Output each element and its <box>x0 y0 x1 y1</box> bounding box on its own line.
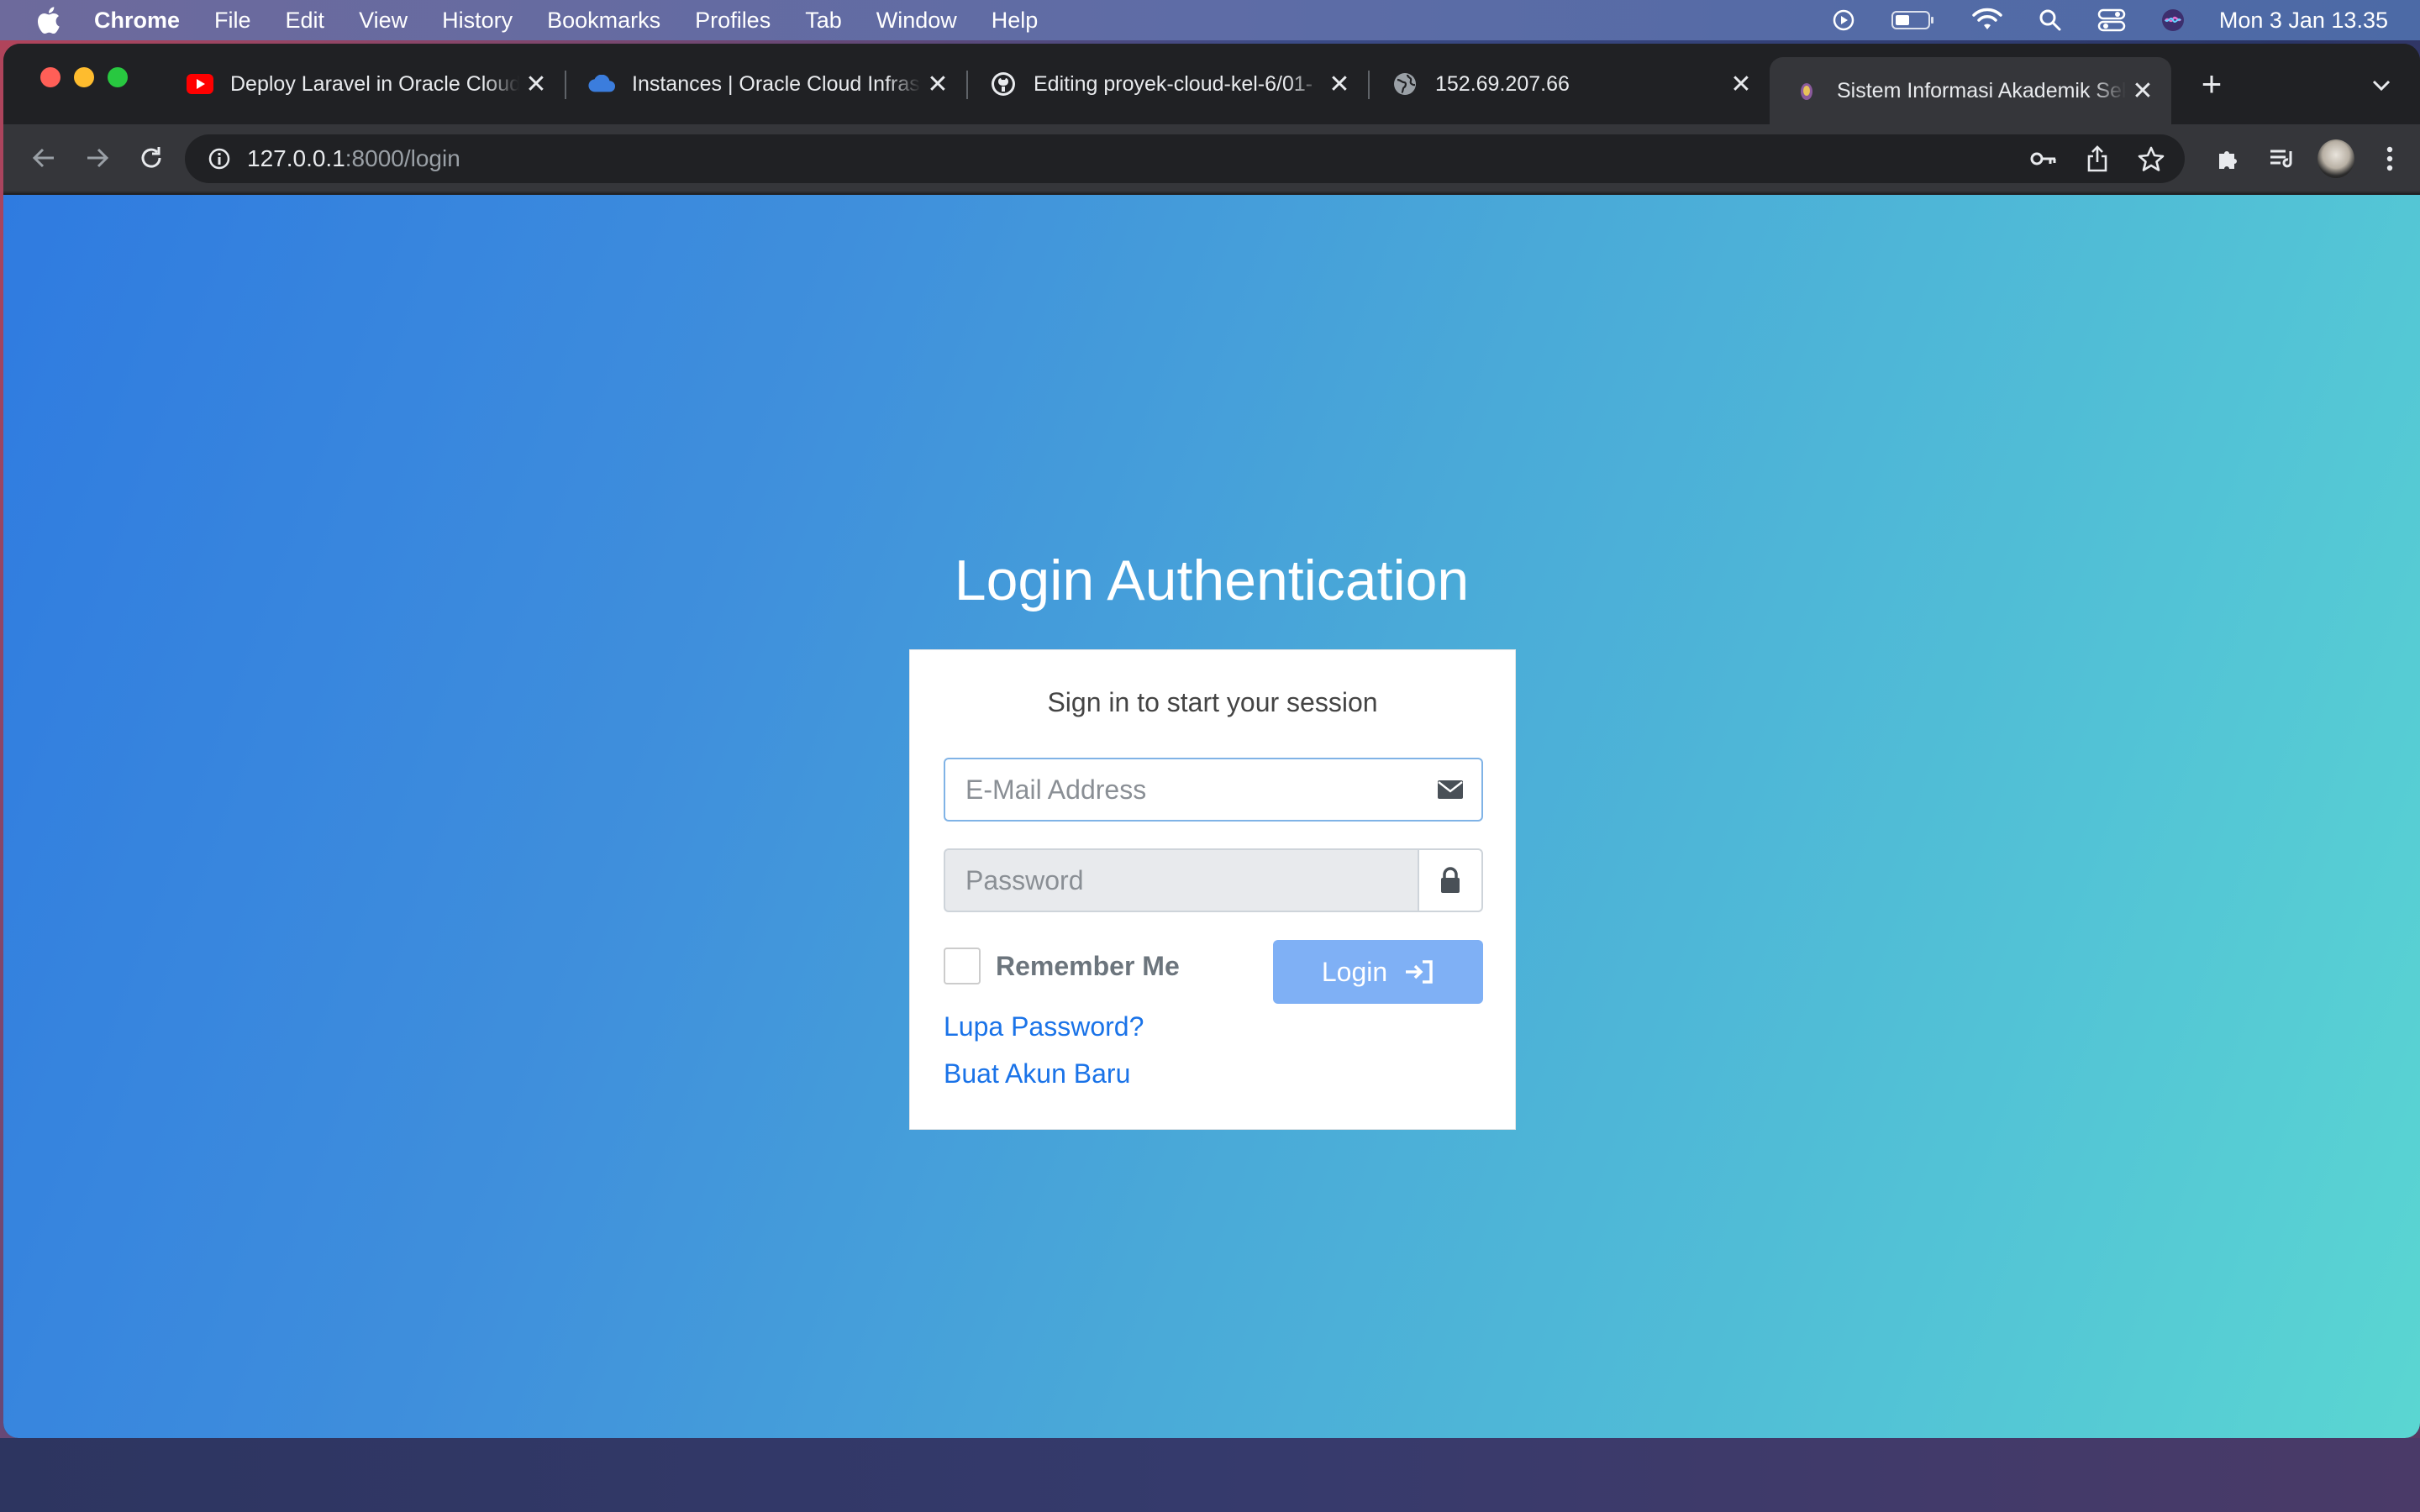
menu-edit[interactable]: Edit <box>286 8 325 34</box>
share-icon[interactable] <box>2081 142 2114 176</box>
window-controls <box>40 67 141 87</box>
close-tab-icon[interactable]: ✕ <box>1323 67 1356 101</box>
browser-toolbar: 127.0.0.1:8000/login <box>3 124 2420 193</box>
youtube-icon <box>187 71 213 97</box>
tab-title: 152.69.207.66 <box>1435 71 1570 96</box>
close-tab-icon[interactable]: ✕ <box>921 67 955 101</box>
password-field[interactable]: Password <box>944 848 1418 912</box>
globe-icon <box>1392 71 1418 97</box>
login-card: Sign in to start your session E-Mail Add… <box>909 649 1516 1130</box>
tab-title: Instances | Oracle Cloud Infrastructure <box>632 71 921 96</box>
bookmark-star-icon[interactable] <box>2134 142 2168 176</box>
tab-sistem-informasi-active[interactable]: Sistem Informasi Akademik Sekolah ✕ <box>1770 57 2171 124</box>
close-tab-icon[interactable]: ✕ <box>2126 74 2160 108</box>
siri-icon[interactable] <box>2160 8 2186 33</box>
menu-file[interactable]: File <box>214 8 251 34</box>
extensions-puzzle-icon[interactable] <box>2210 140 2247 177</box>
login-page: Login Authentication Sign in to start yo… <box>3 195 2420 1438</box>
tab-ip-address[interactable]: 152.69.207.66 ✕ <box>1368 57 1770 111</box>
search-icon[interactable] <box>2038 8 2063 33</box>
forward-arrow-icon[interactable] <box>79 139 116 176</box>
github-icon <box>990 71 1017 97</box>
login-subtitle: Sign in to start your session <box>1047 687 1378 717</box>
chrome-window: Deploy Laravel in Oracle Cloud ✕ Instanc… <box>3 44 2420 1438</box>
remember-me[interactable]: Remember Me <box>944 948 1180 984</box>
omnibox-actions <box>2007 134 2168 183</box>
toolbar-right-actions <box>2193 134 2408 183</box>
back-arrow-icon[interactable] <box>25 139 62 176</box>
email-input-group: E-Mail Address <box>944 758 1483 822</box>
control-center-icon[interactable] <box>2096 8 2127 33</box>
cloud-icon <box>588 71 615 97</box>
menu-window[interactable]: Window <box>876 8 957 34</box>
tab-search-chevron-icon[interactable] <box>2365 69 2398 102</box>
battery-icon[interactable] <box>1890 8 1937 33</box>
lock-icon <box>1418 848 1483 912</box>
menu-app-name[interactable]: Chrome <box>94 8 180 34</box>
close-window-button[interactable] <box>40 67 60 87</box>
play-circle-icon[interactable] <box>1831 8 1856 33</box>
menu-bookmarks[interactable]: Bookmarks <box>547 8 660 34</box>
close-tab-icon[interactable]: ✕ <box>1724 67 1758 101</box>
zoom-window-button[interactable] <box>108 67 128 87</box>
sign-in-icon <box>1404 959 1434 984</box>
register-link[interactable]: Buat Akun Baru <box>944 1058 1130 1089</box>
close-tab-icon[interactable]: ✕ <box>519 67 553 101</box>
menu-tab[interactable]: Tab <box>805 8 842 34</box>
apple-menu-icon[interactable] <box>35 6 60 34</box>
wifi-icon[interactable] <box>1970 8 2004 33</box>
tab-title: Editing proyek-cloud-kel-6/01- <box>1034 71 1313 96</box>
url-text[interactable]: 127.0.0.1:8000/login <box>247 145 460 172</box>
macos-menu-bar: Chrome File Edit View History Bookmarks … <box>0 0 2420 40</box>
tab-title: Sistem Informasi Akademik Sekolah <box>1837 78 2126 102</box>
reload-icon[interactable] <box>133 139 170 176</box>
tab-strip: Deploy Laravel in Oracle Cloud ✕ Instanc… <box>3 44 2420 124</box>
new-tab-button[interactable]: + <box>2193 64 2230 103</box>
email-field[interactable]: E-Mail Address <box>944 758 1419 822</box>
remember-me-label[interactable]: Remember Me <box>996 951 1180 982</box>
tab-oracle-instances[interactable]: Instances | Oracle Cloud Infrastructure … <box>565 57 968 111</box>
tab-deploy-laravel[interactable]: Deploy Laravel in Oracle Cloud ✕ <box>163 57 566 111</box>
tab-title: Deploy Laravel in Oracle Cloud <box>230 71 519 96</box>
login-button-label: Login <box>1321 956 1388 987</box>
login-button[interactable]: Login <box>1273 940 1483 1004</box>
site-info-icon[interactable] <box>207 146 232 171</box>
page-title: Login Authentication <box>954 549 1470 612</box>
menu-profiles[interactable]: Profiles <box>695 8 771 34</box>
password-input-group: Password <box>944 848 1483 912</box>
kebab-menu-icon[interactable] <box>2371 140 2408 177</box>
menubar-clock[interactable]: Mon 3 Jan 13.35 <box>2219 8 2388 34</box>
menu-help[interactable]: Help <box>992 8 1039 34</box>
url-host: 127.0.0.1 <box>247 145 345 171</box>
menu-view[interactable]: View <box>359 8 408 34</box>
tab-github-editing[interactable]: Editing proyek-cloud-kel-6/01- ✕ <box>966 57 1370 111</box>
forgot-password-link[interactable]: Lupa Password? <box>944 1011 1144 1042</box>
reading-list-icon[interactable] <box>2264 140 2301 177</box>
menubar-status-area: Mon 3 Jan 13.35 <box>1797 0 2388 40</box>
menu-history[interactable]: History <box>442 8 513 34</box>
address-bar[interactable]: 127.0.0.1:8000/login <box>185 134 2185 183</box>
minimize-window-button[interactable] <box>74 67 94 87</box>
key-icon[interactable] <box>2027 142 2060 176</box>
avatar[interactable] <box>2317 139 2354 178</box>
school-icon <box>1793 77 1820 104</box>
remember-me-checkbox[interactable] <box>944 948 981 984</box>
url-path: :8000/login <box>345 145 460 171</box>
envelope-icon <box>1419 758 1483 822</box>
desktop-bottom <box>0 1438 2420 1512</box>
